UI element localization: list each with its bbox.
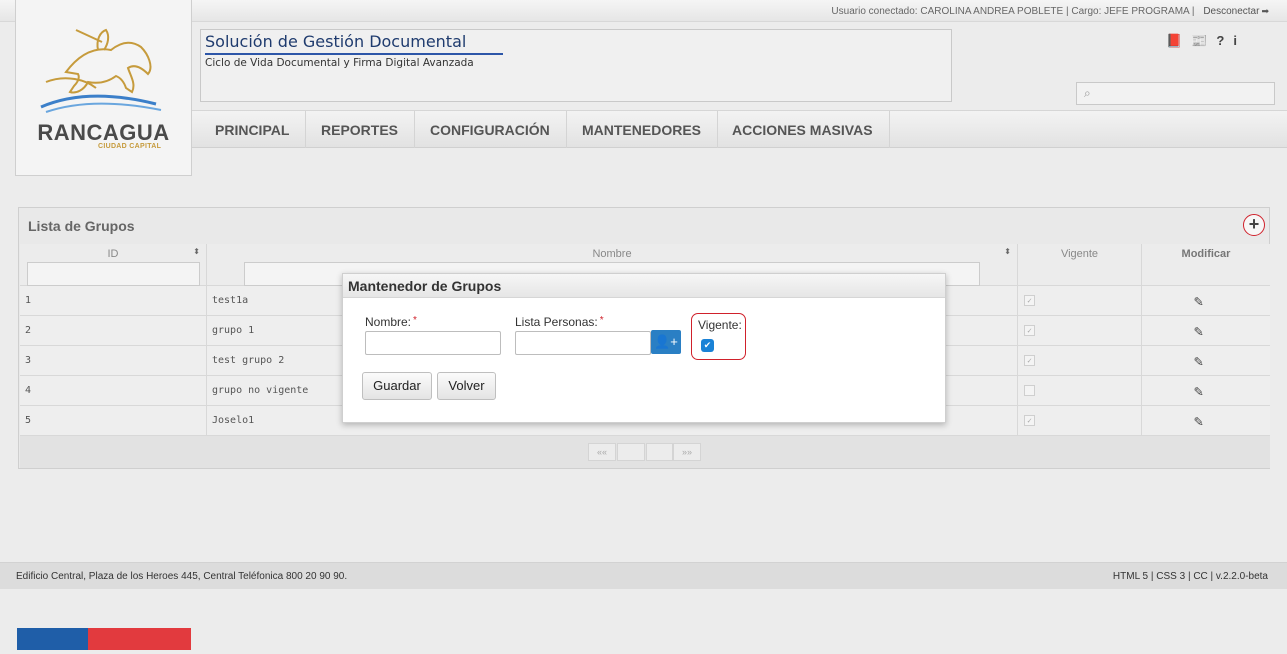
cell-modificar: ✎ bbox=[1142, 406, 1270, 436]
vigente-checkbox[interactable]: ✔ bbox=[701, 339, 714, 352]
user-info: Usuario conectado: CAROLINA ANDREA POBLE… bbox=[831, 6, 1269, 17]
nombre-label: Nombre: * bbox=[365, 315, 417, 329]
toolbar-icons: 📕 📰? i bbox=[1166, 33, 1246, 49]
pager-next-button[interactable] bbox=[646, 443, 673, 461]
cell-vigente: ✓ bbox=[1018, 346, 1142, 376]
vigente-row-checkbox bbox=[1024, 385, 1035, 396]
edit-icon[interactable]: ✎ bbox=[1194, 292, 1214, 310]
footer-address: Edificio Central, Plaza de los Heroes 44… bbox=[16, 571, 348, 582]
personas-input[interactable] bbox=[515, 331, 651, 355]
exit-icon: ➡ bbox=[1261, 6, 1269, 16]
cell-vigente bbox=[1018, 376, 1142, 406]
nombre-input[interactable] bbox=[365, 331, 501, 355]
cell-id: 4 bbox=[20, 376, 207, 406]
group-editor-modal: Mantenedor de Grupos Nombre: * Lista Pers… bbox=[342, 273, 946, 423]
back-button[interactable]: Volver bbox=[437, 372, 496, 400]
filter-id-input[interactable] bbox=[27, 262, 200, 286]
edit-icon[interactable]: ✎ bbox=[1194, 412, 1214, 430]
nombre-label-text: Nombre: bbox=[365, 315, 412, 329]
pager-last-button[interactable]: »» bbox=[673, 443, 701, 461]
pager-first-button[interactable]: «« bbox=[588, 443, 616, 461]
header-modificar: Modificar bbox=[1142, 244, 1270, 286]
vigente-label: Vigente: bbox=[698, 318, 742, 332]
main-nav: PRINCIPAL REPORTES CONFIGURACIÓN MANTENE… bbox=[192, 110, 1287, 148]
header-vigente: Vigente bbox=[1018, 244, 1142, 286]
add-person-button[interactable]: 👤+ bbox=[651, 330, 681, 354]
nav-item-reportes[interactable]: REPORTES bbox=[305, 111, 416, 148]
logo[interactable]: RANCAGUA CIUDAD CAPITAL bbox=[15, 0, 192, 176]
edit-icon[interactable]: ✎ bbox=[1194, 352, 1214, 370]
pager-last-label-2: » bbox=[687, 447, 693, 457]
vigente-row-checkbox: ✓ bbox=[1024, 295, 1035, 306]
app-title-box: Solución de Gestión Documental Ciclo de … bbox=[200, 29, 952, 102]
cell-id: 3 bbox=[20, 346, 207, 376]
logout-label: Desconectar bbox=[1203, 6, 1260, 17]
nav-item-acciones-masivas[interactable]: ACCIONES MASIVAS bbox=[716, 111, 890, 148]
pager-prev-button[interactable] bbox=[617, 443, 645, 461]
nav-item-mantenedores[interactable]: MANTENEDORES bbox=[566, 111, 719, 148]
header-nombre-label: Nombre bbox=[592, 248, 632, 260]
add-user-icon: 👤+ bbox=[654, 334, 678, 349]
vigente-row-checkbox: ✓ bbox=[1024, 415, 1035, 426]
check-icon: ✔ bbox=[703, 340, 712, 350]
cell-vigente: ✓ bbox=[1018, 316, 1142, 346]
app-title: Solución de Gestión Documental bbox=[205, 32, 503, 55]
header-modificar-label: Modificar bbox=[1181, 248, 1231, 260]
help-icon[interactable]: ? bbox=[1216, 33, 1224, 48]
footer: Edificio Central, Plaza de los Heroes 44… bbox=[0, 562, 1287, 589]
required-mark: * bbox=[413, 315, 417, 326]
search-input[interactable] bbox=[1101, 85, 1269, 102]
vigente-row-checkbox: ✓ bbox=[1024, 325, 1035, 336]
cell-id: 5 bbox=[20, 406, 207, 436]
sort-icon[interactable]: ⬍ bbox=[193, 247, 200, 256]
news-icon[interactable]: 📰 bbox=[1191, 33, 1207, 48]
vigente-row-checkbox: ✓ bbox=[1024, 355, 1035, 366]
footer-version: HTML 5 | CSS 3 | CC | v.2.2.0-beta bbox=[1112, 571, 1268, 582]
personas-label: Lista Personas: * bbox=[515, 315, 604, 329]
cell-vigente: ✓ bbox=[1018, 286, 1142, 316]
info-icon[interactable]: i bbox=[1233, 33, 1237, 48]
nav-item-configuracion[interactable]: CONFIGURACIÓN bbox=[414, 111, 567, 148]
modal-title: Mantenedor de Grupos bbox=[343, 274, 945, 298]
cell-vigente: ✓ bbox=[1018, 406, 1142, 436]
pager: «« »» bbox=[20, 436, 1270, 468]
top-bar: Usuario conectado: CAROLINA ANDREA POBLE… bbox=[0, 0, 1287, 22]
sort-icon[interactable]: ⬍ bbox=[1004, 247, 1011, 256]
header-vigente-label: Vigente bbox=[1060, 248, 1099, 260]
save-button[interactable]: Guardar bbox=[362, 372, 432, 400]
required-mark: * bbox=[599, 315, 604, 326]
personas-label-text: Lista Personas: bbox=[515, 315, 598, 329]
search-box: ⌕ bbox=[1076, 82, 1275, 105]
flag-blue-stripe bbox=[17, 628, 88, 650]
panel-title: Lista de Grupos bbox=[28, 218, 135, 234]
pager-first-label-2: « bbox=[602, 447, 608, 457]
search-icon: ⌕ bbox=[1084, 86, 1091, 100]
cell-modificar: ✎ bbox=[1142, 286, 1270, 316]
manual-book-icon[interactable]: 📕 bbox=[1166, 33, 1182, 48]
header-id-label: ID bbox=[107, 248, 119, 260]
logout-link[interactable]: Desconectar ➡ bbox=[1203, 6, 1269, 17]
app-subtitle: Ciclo de Vida Documental y Firma Digital… bbox=[205, 57, 474, 69]
header-id[interactable]: ID ⬍ bbox=[20, 244, 207, 286]
nav-item-principal[interactable]: PRINCIPAL bbox=[199, 111, 307, 148]
flag-red-stripe bbox=[88, 628, 191, 650]
add-group-button[interactable]: + bbox=[1243, 214, 1265, 236]
edit-icon[interactable]: ✎ bbox=[1194, 382, 1214, 400]
cell-modificar: ✎ bbox=[1142, 346, 1270, 376]
cell-modificar: ✎ bbox=[1142, 376, 1270, 406]
logo-subtitle: CIUDAD CAPITAL bbox=[98, 143, 162, 150]
horseman-logo-icon bbox=[40, 28, 162, 113]
cell-modificar: ✎ bbox=[1142, 316, 1270, 346]
cell-id: 2 bbox=[20, 316, 207, 346]
edit-icon[interactable]: ✎ bbox=[1194, 322, 1214, 340]
vigente-field: Vigente: ✔ bbox=[691, 313, 746, 360]
user-info-text: Usuario conectado: CAROLINA ANDREA POBLE… bbox=[831, 6, 1195, 17]
cell-id: 1 bbox=[20, 286, 207, 316]
